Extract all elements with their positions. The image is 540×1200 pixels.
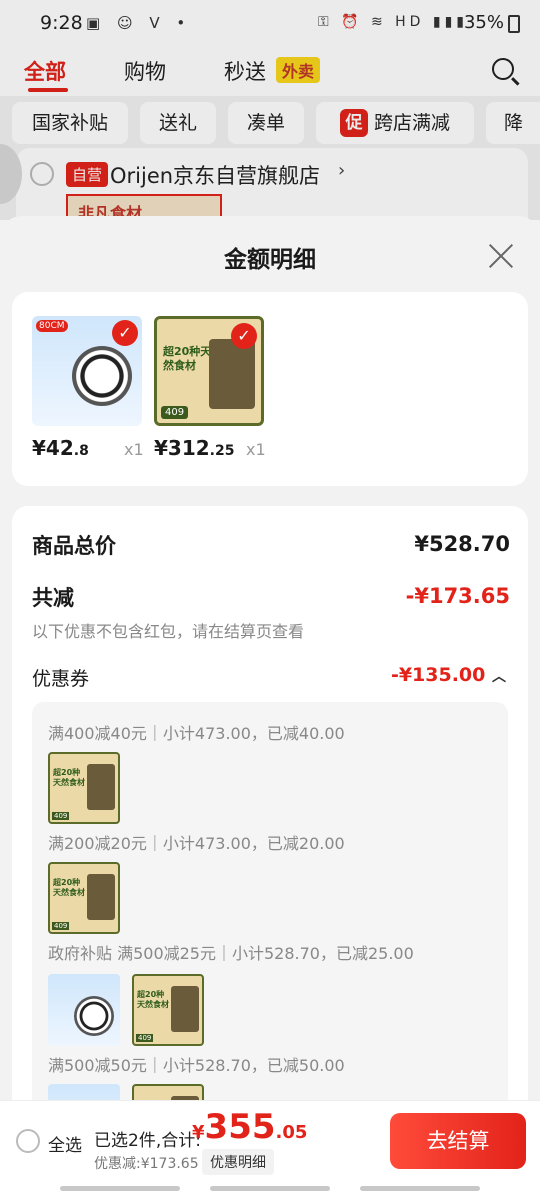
coupon-rule: 满400减40元｜小计473.00，已减40.00 — [48, 724, 345, 743]
total-int: 355 — [204, 1107, 276, 1147]
coupon-amount: -¥135.00 — [390, 664, 486, 686]
food-bag-graphic — [87, 874, 115, 920]
discount-detail-button[interactable]: 优惠明细 — [202, 1149, 274, 1175]
product-item[interactable]: 超20种天然食材 409 ✓ ¥312.25 x1 — [154, 316, 266, 460]
checkmark-icon: ✓ — [231, 323, 257, 349]
discount-value: -¥173.65 — [405, 584, 510, 608]
amount-detail-sheet: 金额明细 80CM ✓ ¥42.8 x1 超20种天然食材 409 ✓ ¥312… — [0, 216, 540, 1200]
thumb-badge: 409 — [52, 922, 70, 930]
product-badge: 409 — [161, 406, 189, 419]
sheet-title: 金额明细 — [224, 247, 316, 273]
pet-food-thumbnail: 超20种天然食材 409 — [132, 974, 204, 1046]
goods-total-value: ¥528.70 — [414, 532, 510, 556]
modal-backdrop[interactable] — [0, 0, 540, 220]
total-price: ¥355.05 — [192, 1107, 307, 1147]
select-all-label[interactable]: 全选 — [48, 1131, 82, 1156]
select-all-radio[interactable] — [16, 1129, 40, 1153]
product-card: 80CM ✓ ¥42.8 x1 超20种天然食材 409 ✓ ¥312.25 x… — [12, 292, 528, 486]
product-item[interactable]: 80CM ✓ ¥42.8 x1 — [32, 316, 144, 460]
thumb-text: 超20种天然食材 — [53, 768, 85, 787]
thumb-badge: 409 — [136, 1034, 154, 1042]
total-currency: ¥ — [192, 1122, 205, 1143]
coupon-rule: 政府补贴 满500减25元｜小计528.70，已减25.00 — [48, 944, 414, 963]
coupon-rule: 满200减20元｜小计473.00，已减20.00 — [48, 834, 345, 853]
product-price-int: ¥42 — [32, 436, 74, 460]
saved-amount: 优惠减:¥173.65 — [94, 1156, 199, 1172]
product-quantity: x1 — [246, 440, 266, 459]
pet-food-thumbnail: 超20种天然食材 409 — [48, 752, 120, 824]
pet-food-product-image: 超20种天然食材 409 ✓ — [154, 316, 264, 426]
total-dec: .05 — [275, 1122, 308, 1143]
price-breakdown-card: 商品总价 ¥528.70 共减 -¥173.65 以下优惠不包含红包，请在结算页… — [12, 506, 528, 1200]
food-bag-graphic — [87, 764, 115, 810]
reflector-thumbnail — [48, 974, 120, 1046]
discount-label: 共减 — [32, 586, 74, 610]
checkmark-icon: ✓ — [112, 320, 138, 346]
chevron-up-icon: ︿ — [492, 669, 506, 685]
coupon-label[interactable]: 优惠券 — [32, 664, 89, 691]
nav-hint — [210, 1186, 330, 1191]
product-tag: 80CM — [36, 320, 68, 332]
discount-note: 以下优惠不包含红包，请在结算页查看 — [32, 622, 305, 641]
pet-food-thumbnail: 超20种天然食材 409 — [48, 862, 120, 934]
close-icon[interactable] — [488, 242, 514, 268]
goods-total-label: 商品总价 — [32, 534, 116, 558]
product-price-dec: .8 — [73, 443, 89, 459]
product-price: ¥42.8 — [32, 436, 89, 460]
product-quantity: x1 — [124, 440, 144, 459]
product-price-int: ¥312 — [154, 436, 210, 460]
selected-summary: 已选2件,合计: — [94, 1131, 201, 1151]
thumb-text: 超20种天然食材 — [137, 990, 169, 1009]
nav-hint — [60, 1186, 180, 1191]
system-nav-bar — [0, 1184, 540, 1200]
coupon-value[interactable]: -¥135.00 ︿ — [391, 664, 506, 686]
food-bag-graphic — [209, 339, 255, 409]
reflector-disc-graphic — [72, 346, 132, 406]
product-price: ¥312.25 — [154, 436, 234, 460]
reflector-disc-graphic — [74, 996, 114, 1036]
thumb-badge: 409 — [52, 812, 70, 820]
product-price-dec: .25 — [209, 443, 235, 459]
food-bag-graphic — [171, 986, 199, 1032]
product-image-text: 超20种天然食材 — [163, 345, 212, 372]
checkout-button[interactable]: 去结算 — [390, 1113, 526, 1169]
thumb-text: 超20种天然食材 — [53, 878, 85, 897]
reflector-product-image: 80CM ✓ — [32, 316, 142, 426]
nav-hint — [360, 1186, 480, 1191]
coupon-rule: 满500减50元｜小计528.70，已减50.00 — [48, 1056, 345, 1075]
